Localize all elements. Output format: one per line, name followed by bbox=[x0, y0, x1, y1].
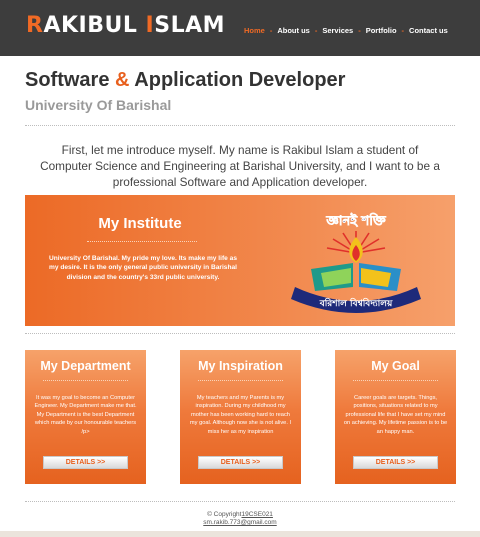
card-title: My Goal bbox=[371, 359, 420, 373]
card-title-divider bbox=[353, 380, 438, 381]
footer-bar bbox=[0, 531, 480, 537]
nav-services[interactable]: Services bbox=[322, 26, 353, 35]
card-title: My Inspiration bbox=[198, 359, 283, 373]
copyright-text: © Copyright bbox=[207, 511, 242, 518]
card-title-divider bbox=[43, 380, 128, 381]
card-title: My Department bbox=[40, 359, 131, 373]
nav-separator: - bbox=[269, 26, 273, 35]
nav-separator: - bbox=[358, 26, 361, 35]
card-title-divider bbox=[198, 380, 283, 381]
logo-text-last: SLAM bbox=[154, 13, 226, 38]
site-logo[interactable]: RAKIBUL ISLAM bbox=[26, 13, 225, 38]
logo-letter-i: I bbox=[145, 13, 155, 38]
institute-banner: My Institute University Of Barishal. My … bbox=[25, 195, 455, 326]
title-part-1: Software bbox=[25, 69, 116, 91]
university-seal-logo: জ্ঞানই শক্তি বরিশাল বিশ্ববিদ্যালয় bbox=[291, 212, 421, 313]
nav-separator: - bbox=[314, 26, 318, 35]
logo-text-first: AKIBUL bbox=[43, 13, 146, 38]
card-text: Career goals are targets. Things, positi… bbox=[343, 395, 448, 435]
card-goal: My Goal Career goals are targets. Things… bbox=[335, 350, 456, 484]
title-part-2: Application Developer bbox=[129, 69, 346, 91]
card-inspiration: My Inspiration My teachers and my Parent… bbox=[180, 350, 301, 484]
nav-portfolio[interactable]: Portfolio bbox=[366, 26, 397, 35]
logo-letter-r: R bbox=[26, 13, 44, 38]
divider bbox=[25, 501, 455, 502]
email-link[interactable]: sm.rakib.773@gmail.com bbox=[203, 519, 276, 526]
footer-copyright: © Copyright19CSE021 sm.rakib.773@gmail.c… bbox=[0, 511, 480, 527]
intro-paragraph: First, let me introduce myself. My name … bbox=[40, 143, 440, 189]
seal-ribbon-text: বরিশাল বিশ্ববিদ্যালয় bbox=[319, 297, 393, 309]
card-department: My Department It was my goal to become a… bbox=[25, 350, 146, 484]
nav-separator: - bbox=[401, 26, 405, 35]
card-text: My teachers and my Parents is my inspira… bbox=[189, 395, 292, 435]
institute-text: University Of Barishal. My pride my love… bbox=[49, 255, 237, 281]
nav-contact-us[interactable]: Contact us bbox=[409, 26, 448, 35]
card-text: It was my goal to become an Computer Eng… bbox=[34, 395, 137, 435]
details-button[interactable]: DETAILS >> bbox=[198, 456, 283, 469]
seal-motto: জ্ঞানই শক্তি bbox=[325, 212, 387, 229]
divider bbox=[25, 125, 455, 126]
page-title: Software & Application Developer bbox=[25, 69, 345, 92]
title-ampersand: & bbox=[115, 69, 130, 91]
divider bbox=[25, 333, 455, 334]
header-bar: RAKIBUL ISLAM Home - About us - Services… bbox=[0, 0, 480, 56]
nav-home[interactable]: Home bbox=[244, 26, 265, 35]
institute-title-divider bbox=[87, 241, 197, 242]
nav-about-us[interactable]: About us bbox=[277, 26, 310, 35]
copyright-link[interactable]: 19CSE021 bbox=[241, 511, 272, 518]
page-subtitle: University Of Barishal bbox=[25, 97, 172, 113]
main-nav: Home - About us - Services - Portfolio -… bbox=[244, 26, 448, 35]
details-button[interactable]: DETAILS >> bbox=[353, 456, 438, 469]
institute-title: My Institute bbox=[98, 215, 182, 232]
details-button[interactable]: DETAILS >> bbox=[43, 456, 128, 469]
